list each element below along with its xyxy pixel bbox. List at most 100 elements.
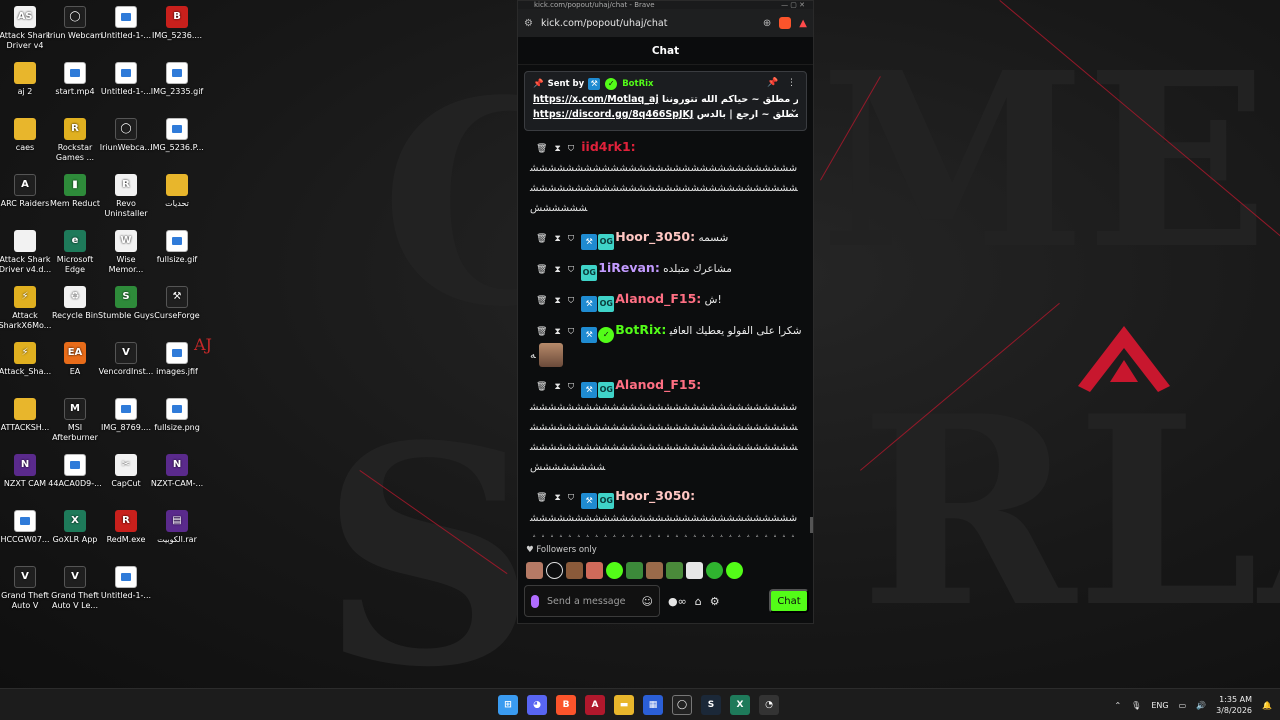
kicks-icon[interactable]: ●∞ [668,595,687,608]
emote-quick-row[interactable] [526,562,743,579]
emote-icon[interactable] [566,562,583,579]
zoom-icon[interactable]: ⊕ [763,18,771,29]
window-controls[interactable]: — ▢ ✕ [781,1,805,9]
browser-titlebar[interactable]: kick.com/popout/uhaj/chat - Brave — ▢ ✕ [518,1,813,9]
chat-message[interactable]: 🗑⧗⛉ ⚒ OG Alanod_F15: ش! [524,285,808,316]
delete-trash-icon[interactable]: 🗑 [536,296,554,306]
chat-message[interactable]: 🗑⧗⛉ ⚒ OG Hoor_3050: ششششششششششششششششششششششش… [524,482,808,537]
brave-browser-icon[interactable]: B [556,695,576,715]
ban-shield-icon[interactable]: ⛉ [568,493,581,503]
network-icon[interactable]: ▭ [1179,701,1187,710]
desktop-icon[interactable]: تحديات [149,174,205,209]
desktop-icon[interactable]: A ARC Raiders [0,174,53,209]
start-menu-icon[interactable]: ⊞ [498,695,518,715]
chat-message[interactable]: 🗑⧗⛉ ⚒ OG Hoor_3050: شسمه [524,223,808,254]
microphone-icon[interactable] [531,594,539,608]
timeout-hourglass-icon[interactable]: ⧗ [554,382,567,392]
msi-afterburner-icon[interactable]: ◔ [759,695,779,715]
mod-actions[interactable]: 🗑⧗⛉ [536,488,581,508]
emote-icon[interactable] [726,562,743,579]
desktop-icon[interactable]: start.mp4 [47,62,103,97]
chat-scrollbar[interactable] [810,517,813,533]
chat-message[interactable]: 🗑⧗⛉iid4rk1: شششششششششششششششششششششششششششش… [524,133,808,223]
mod-actions[interactable]: 🗑⧗⛉ [536,377,581,397]
ban-shield-icon[interactable]: ⛉ [568,296,581,306]
emote-icon[interactable] [546,562,563,579]
desktop-icon[interactable]: Untitled-1-... [98,566,154,601]
chat-composer[interactable]: Send a message ☺ ●∞ ⌂ ⚙ Chat [524,585,809,617]
chat-username[interactable]: iid4rk1 [581,139,630,154]
address-bar[interactable]: ⚙ kick.com/popout/uhaj/chat ⊕ ▲ [518,9,813,37]
browser-window[interactable]: kick.com/popout/uhaj/chat - Brave — ▢ ✕ … [517,0,814,624]
delete-trash-icon[interactable]: 🗑 [536,234,554,244]
desktop-icon[interactable]: IMG_2335.gif [149,62,205,97]
desktop-icon[interactable]: R Revo Uninstaller [98,174,154,219]
emote-icon[interactable] [606,562,623,579]
file-explorer-icon[interactable]: ▬ [614,695,634,715]
ban-shield-icon[interactable]: ⛉ [568,382,581,392]
chat-message[interactable]: 🗑⧗⛉ ⚒ ✓ BotRix: شكرا على الفولو يعطيك العاف… [524,316,808,371]
desktop-icon[interactable]: ⚡ Attack SharkX6Mo... [0,286,53,331]
iriun-webcam-icon[interactable]: ◯ [672,695,692,715]
pinned-message[interactable]: 📌 Sent by ⚒ ✓ BotRix 📌 ⋮ https://x.com/M… [524,71,807,131]
timeout-hourglass-icon[interactable]: ⧗ [554,144,567,154]
discord-icon[interactable]: ◕ [527,695,547,715]
desktop-icon[interactable]: Untitled-1-... [98,62,154,97]
tray-overflow-chevron-icon[interactable]: ⌃ [1114,701,1121,710]
timeout-hourglass-icon[interactable]: ⧗ [554,265,567,275]
desktop-icon[interactable]: M MSI Afterburner [47,398,103,443]
emote-icon[interactable] [626,562,643,579]
chat-username[interactable]: Alanod_F15 [615,377,696,392]
desktop-icon[interactable]: 44ACA0D9-... [47,454,103,489]
desktop-icon[interactable]: Untitled-1-... [98,6,154,41]
desktop-icon[interactable]: B IMG_5236.... [149,6,205,41]
desktop-icon[interactable]: fullsize.png [149,398,205,433]
delete-trash-icon[interactable]: 🗑 [536,327,554,337]
steam-icon[interactable]: S [701,695,721,715]
language-indicator[interactable]: ENG [1151,701,1168,710]
chat-message-input[interactable]: Send a message ☺ [524,585,660,617]
desktop-icon[interactable]: e Microsoft Edge [47,230,103,275]
chat-username[interactable]: Hoor_3050 [615,229,690,244]
notification-bell-icon[interactable]: 🔔 [1262,701,1272,710]
desktop-icon[interactable]: ◯ Iriun Webcam [47,6,103,41]
desktop-icon[interactable]: HCCGW07... [0,510,53,545]
input-placeholder[interactable]: Send a message [547,596,625,607]
chat-username[interactable]: Hoor_3050 [615,488,690,503]
desktop-icon[interactable]: caes [0,118,53,153]
desktop-icon[interactable]: R RedM.exe [98,510,154,545]
emote-icon[interactable] [586,562,603,579]
desktop-icon[interactable]: N NZXT-CAM-... [149,454,205,489]
chat-username[interactable]: BotRix [615,322,661,337]
emote-icon[interactable] [686,562,703,579]
chat-username[interactable]: 1iRevan [598,260,655,275]
desktop-icon[interactable]: R Rockstar Games ... [47,118,103,163]
mod-actions[interactable]: 🗑⧗⛉ [536,139,581,159]
emoji-picker-icon[interactable]: ☺ [642,596,653,607]
brave-rewards-icon[interactable]: ▲ [799,18,807,29]
emote-icon[interactable] [666,562,683,579]
desktop-icon[interactable]: ▤ الكوبيت.rar [149,510,205,545]
desktop-icon[interactable]: EA EA [47,342,103,377]
desktop-icon[interactable]: ✂ CapCut [98,454,154,489]
desktop-icon[interactable]: N NZXT CAM [0,454,53,489]
mod-actions[interactable]: 🗑⧗⛉ [536,260,581,280]
settings-gear-icon[interactable]: ⚙ [710,595,720,608]
mod-actions[interactable]: 🗑⧗⛉ [536,229,581,249]
send-chat-button[interactable]: Chat [769,589,809,613]
delete-trash-icon[interactable]: 🗑 [536,144,554,154]
delete-trash-icon[interactable]: 🗑 [536,265,554,275]
mod-actions[interactable]: 🗑⧗⛉ [536,322,581,342]
delete-trash-icon[interactable]: 🗑 [536,382,554,392]
desktop-icon[interactable]: fullsize.gif [149,230,205,265]
desktop-icon[interactable]: V Grand Theft Auto V [0,566,53,611]
ban-shield-icon[interactable]: ⛉ [568,234,581,244]
ban-shield-icon[interactable]: ⛉ [568,144,581,154]
desktop-icon[interactable]: ▮ Mem Reduct [47,174,103,209]
timeout-hourglass-icon[interactable]: ⧗ [554,234,567,244]
emote-icon[interactable] [526,562,543,579]
pinned-x-link[interactable]: https://x.com/Motlaq_aj [533,94,659,105]
desktop-icon[interactable]: Attack Shark Driver v4.d... [0,230,53,275]
desktop-icon[interactable]: AS Attack Shark Driver v4 [0,6,53,51]
ban-shield-icon[interactable]: ⛉ [568,327,581,337]
